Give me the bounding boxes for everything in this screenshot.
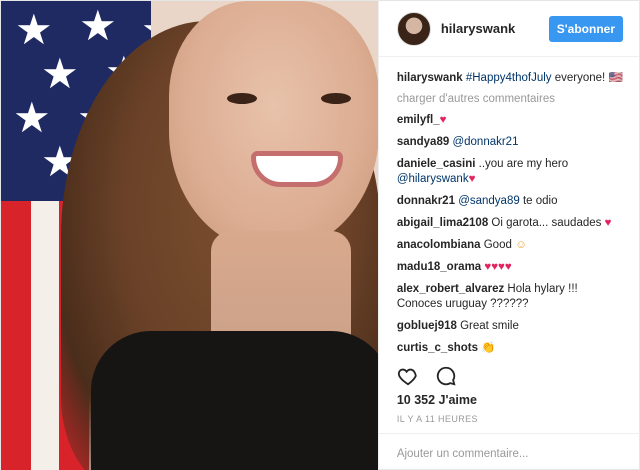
face [169,1,378,251]
caption-text: everyone! [551,72,609,84]
comment-username[interactable]: abigail_lima2108 [397,217,488,229]
comments-list: hilaryswank #Happy4thofJuly everyone! 🇺🇸… [379,57,639,357]
instagram-post: ★ ★ ★ ★ ★ ★ ★ ★ ★ ★ hilaryswank S'abonne… [0,0,640,470]
comment-username[interactable]: daniele_casini [397,158,476,170]
smile [251,151,343,187]
comments-panel: hilaryswank S'abonner hilaryswank #Happy… [377,1,640,470]
comment-username[interactable]: alex_robert_alvarez [397,283,504,295]
comment-row: abigail_lima2108 Oi garota... saudades ♥ [397,216,623,231]
emoji: ♥ [439,114,447,126]
comment-username[interactable]: donnakr21 [397,195,455,207]
comment-text: te odio [519,195,558,207]
follow-button[interactable]: S'abonner [548,15,623,42]
comment-row: donnakr21 @sandya89 te odio [397,194,623,209]
comment-username[interactable]: gobluej918 [397,320,457,332]
load-more-comments[interactable]: charger d'autres commentaires [397,93,623,105]
post-header: hilaryswank S'abonner [378,1,639,57]
comment-row: madu18_orama ♥♥♥♥ [397,260,623,275]
comment-text: ..you are my hero [475,158,569,170]
comment-username[interactable]: anacolombiana [397,239,481,251]
action-bar [397,365,457,387]
comment-text: Good [480,239,516,251]
comment-row: emilyfl_♥ [397,113,623,128]
post-timestamp: IL Y A 11 HEURES [396,414,478,424]
comment-username[interactable]: sandya89 [397,136,449,148]
emoji: 👏 [481,342,496,354]
mention-link[interactable]: @donnakr21 [452,136,518,148]
comment-row: alex_robert_alvarez Hola hylary !!! Cono… [397,282,623,312]
comment-username[interactable]: madu18_orama [397,261,481,273]
comment-username[interactable]: emilyfl_ [397,114,440,126]
comment-username[interactable]: curtis_c_shots [397,342,478,354]
likes-count[interactable]: 10 352 J'aime [397,393,477,407]
comment-row: gobluej918 Great smile [397,319,623,334]
comment-row: daniele_casini ..you are my hero @hilary… [397,157,623,187]
post-photo[interactable]: ★ ★ ★ ★ ★ ★ ★ ★ ★ ★ [1,1,378,470]
comment-text: Oi garota... saudades [488,217,605,229]
comment-text: Great smile [456,320,519,332]
comment-row: curtis_c_shots 👏 [397,341,623,356]
comment-row: sandya89 @donnakr21 [397,135,623,150]
hashtag-link[interactable]: #Happy4thofJuly [466,72,552,84]
black-shirt [91,331,378,470]
flag-emoji: 🇺🇸 [608,72,623,84]
emoji: ♥♥♥♥ [484,261,512,273]
caption-username[interactable]: hilaryswank [397,72,463,84]
heart-outline-icon[interactable] [397,365,419,387]
mention-link[interactable]: @sandya89 [458,195,520,207]
mention-link[interactable]: @hilaryswank [397,173,469,185]
add-comment-input[interactable] [396,448,597,460]
comment-bubble-icon[interactable] [435,365,457,387]
post-username[interactable]: hilaryswank [441,21,549,36]
add-comment-bar [378,433,640,470]
comment-row: anacolombiana Good ☺ [397,238,623,253]
emoji: ♥ [604,217,612,229]
caption: hilaryswank #Happy4thofJuly everyone! 🇺🇸 [397,71,623,86]
avatar[interactable] [396,11,431,46]
emoji: ♥ [468,173,476,185]
emoji: ☺ [515,239,527,251]
